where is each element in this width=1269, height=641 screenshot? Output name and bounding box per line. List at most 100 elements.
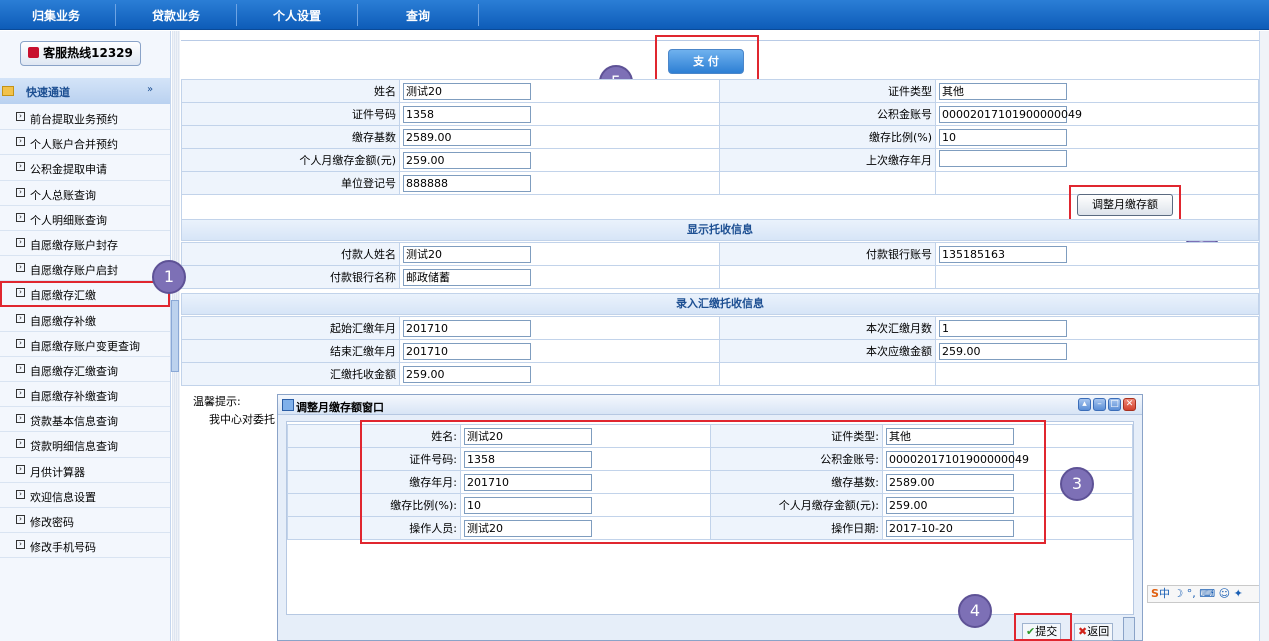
id-no-label: 证件号码 — [181, 102, 400, 126]
payer-name-field[interactable]: 测试20 — [403, 245, 531, 263]
arrow-bullet-icon: › — [16, 338, 25, 348]
id-type-field[interactable]: 其他 — [939, 82, 1067, 100]
payer-account-field[interactable]: 135185163 — [939, 245, 1067, 263]
last-month-label: 上次缴存年月 — [719, 148, 936, 172]
collapse-chevron-icon[interactable]: » — [147, 84, 153, 95]
top-nav: 归集业务 贷款业务 个人设置 查询 — [0, 0, 1269, 30]
step-badge-1: 1 — [152, 260, 186, 294]
arrow-bullet-icon: › — [16, 288, 25, 298]
sidebar-item-label: 个人明细账查询 — [30, 213, 107, 227]
empty-cell — [719, 171, 936, 195]
monthly-amount-field[interactable]: 259.00 — [403, 151, 531, 169]
folder-icon — [2, 86, 14, 96]
sidebar-item[interactable]: › 月供计算器 — [0, 458, 170, 483]
collection-amount-label: 汇缴托收金额 — [181, 362, 400, 386]
ime-toolbar[interactable]: S中 ☽ °, ⌨ ☺ ✦ — [1147, 585, 1269, 603]
last-month-field[interactable] — [939, 150, 1067, 167]
nav-separator — [115, 4, 116, 26]
nav-personal-settings[interactable]: 个人设置 — [273, 7, 321, 24]
id-no-field[interactable]: 1358 — [403, 105, 531, 123]
sidebar-item[interactable]: › 贷款基本信息查询 — [0, 407, 170, 433]
unit-reg-field[interactable]: 888888 — [403, 174, 531, 192]
hotline-label: 客服热线12329 — [43, 46, 133, 60]
start-month-label: 起始汇缴年月 — [181, 316, 400, 340]
start-month-field[interactable]: 201710 — [403, 319, 531, 337]
base-label: 缴存基数 — [181, 125, 400, 149]
sidebar-toggle-handle[interactable] — [171, 300, 179, 372]
base-field[interactable]: 2589.00 — [403, 128, 531, 146]
sidebar-item-label: 自愿缴存账户启封 — [30, 264, 118, 278]
sidebar-item[interactable]: › 欢迎信息设置 — [0, 483, 170, 508]
sidebar-item[interactable]: › 自愿缴存汇缴 — [0, 281, 170, 307]
sidebar-item[interactable]: › 自愿缴存账户启封 — [0, 256, 170, 282]
nav-loan[interactable]: 贷款业务 — [152, 7, 200, 24]
page-scrollbar[interactable] — [1259, 31, 1269, 641]
nav-separator — [357, 4, 358, 26]
back-button[interactable]: ✖返回 — [1074, 623, 1114, 641]
collapse-icon[interactable]: ▴ — [1078, 398, 1091, 411]
sidebar-item[interactable]: › 自愿缴存汇缴查询 — [0, 357, 170, 383]
due-amount-label: 本次应缴金额 — [719, 339, 936, 363]
collection-amount-field[interactable]: 259.00 — [403, 365, 531, 383]
quick-access-header[interactable]: 快速通道 » — [0, 78, 170, 104]
sidebar-item[interactable]: › 修改手机号码 — [0, 533, 170, 559]
entrust-info-table: 付款人姓名 测试20 付款银行账号 135185163 付款银行名称 邮政储蓄 — [181, 242, 1259, 289]
sidebar-item-label: 自愿缴存汇缴 — [30, 289, 96, 303]
bank-name-field[interactable]: 邮政储蓄 — [403, 268, 531, 286]
end-month-field[interactable]: 201710 — [403, 342, 531, 360]
arrow-bullet-icon: › — [16, 313, 25, 323]
arrow-bullet-icon: › — [16, 414, 25, 424]
sidebar-item[interactable]: › 贷款明细信息查询 — [0, 432, 170, 458]
sidebar-item[interactable]: › 自愿缴存账户变更查询 — [0, 332, 170, 357]
name-field[interactable]: 测试20 — [403, 82, 531, 100]
collection-section-title: 录入汇缴托收信息 — [181, 293, 1259, 315]
entrust-section-title: 显示托收信息 — [181, 219, 1259, 241]
sidebar-item[interactable]: › 个人明细账查询 — [0, 206, 170, 231]
sidebar-item[interactable]: › 自愿缴存账户封存 — [0, 231, 170, 257]
close-icon[interactable]: ✕ — [1123, 398, 1136, 411]
hotline-button[interactable]: 客服热线12329 — [20, 41, 141, 66]
end-month-label: 结束汇缴年月 — [181, 339, 400, 363]
nav-collection[interactable]: 归集业务 — [32, 7, 80, 24]
arrow-bullet-icon: › — [16, 363, 25, 373]
months-count-field[interactable]: 1 — [939, 319, 1067, 337]
step-badge-3: 3 — [1060, 467, 1094, 501]
modal-scrollbar[interactable] — [1123, 617, 1135, 641]
payer-name-label: 付款人姓名 — [181, 242, 400, 266]
arrow-bullet-icon: › — [16, 263, 25, 273]
sidebar-item-label: 修改密码 — [30, 516, 74, 529]
id-type-label: 证件类型 — [719, 79, 936, 103]
maximize-icon[interactable]: □ — [1108, 398, 1121, 411]
modal-titlebar[interactable]: 调整月缴存额窗口 ▴ – □ ✕ — [278, 395, 1142, 415]
arrow-bullet-icon: › — [16, 237, 25, 247]
arrow-bullet-icon: › — [16, 389, 25, 399]
highlight-box-submit — [1014, 613, 1072, 641]
tips: 温馨提示: 我中心对委托 — [193, 393, 275, 426]
sidebar-item[interactable]: › 自愿缴存补缴 — [0, 307, 170, 332]
fund-account-field[interactable]: 00002017101900000049 — [939, 105, 1082, 123]
ime-s-icon: S — [1151, 587, 1159, 600]
arrow-bullet-icon: › — [16, 187, 25, 197]
nav-separator — [236, 4, 237, 26]
arrow-bullet-icon: › — [16, 439, 25, 449]
sidebar-item[interactable]: › 公积金提取申请 — [0, 155, 170, 181]
sidebar-item[interactable]: › 个人总账查询 — [0, 181, 170, 206]
sidebar-item-label: 个人总账查询 — [30, 188, 96, 202]
sidebar-item[interactable]: › 前台提取业务预约 — [0, 105, 170, 131]
empty-cell — [719, 362, 936, 386]
ratio-field[interactable]: 10 — [939, 128, 1067, 146]
minimize-icon[interactable]: – — [1093, 398, 1106, 411]
arrow-bullet-icon: › — [16, 212, 25, 222]
sidebar-item[interactable]: › 自愿缴存补缴查询 — [0, 382, 170, 408]
adjust-monthly-modal: 调整月缴存额窗口 ▴ – □ ✕ 姓名: 测试20 证件类型: 其他 证件号码:… — [277, 394, 1143, 641]
unit-reg-label: 单位登记号 — [181, 171, 400, 195]
sidebar-item[interactable]: › 个人账户合并预约 — [0, 130, 170, 156]
nav-query[interactable]: 查询 — [406, 7, 430, 24]
cross-icon: ✖ — [1078, 625, 1088, 638]
sidebar-item-label: 欢迎信息设置 — [30, 490, 96, 504]
due-amount-field[interactable]: 259.00 — [939, 342, 1067, 360]
sidebar-item-label: 贷款基本信息查询 — [30, 415, 118, 429]
empty-cell — [935, 265, 1259, 289]
sidebar-item[interactable]: › 修改密码 — [0, 508, 170, 534]
arrow-bullet-icon: › — [16, 515, 25, 524]
